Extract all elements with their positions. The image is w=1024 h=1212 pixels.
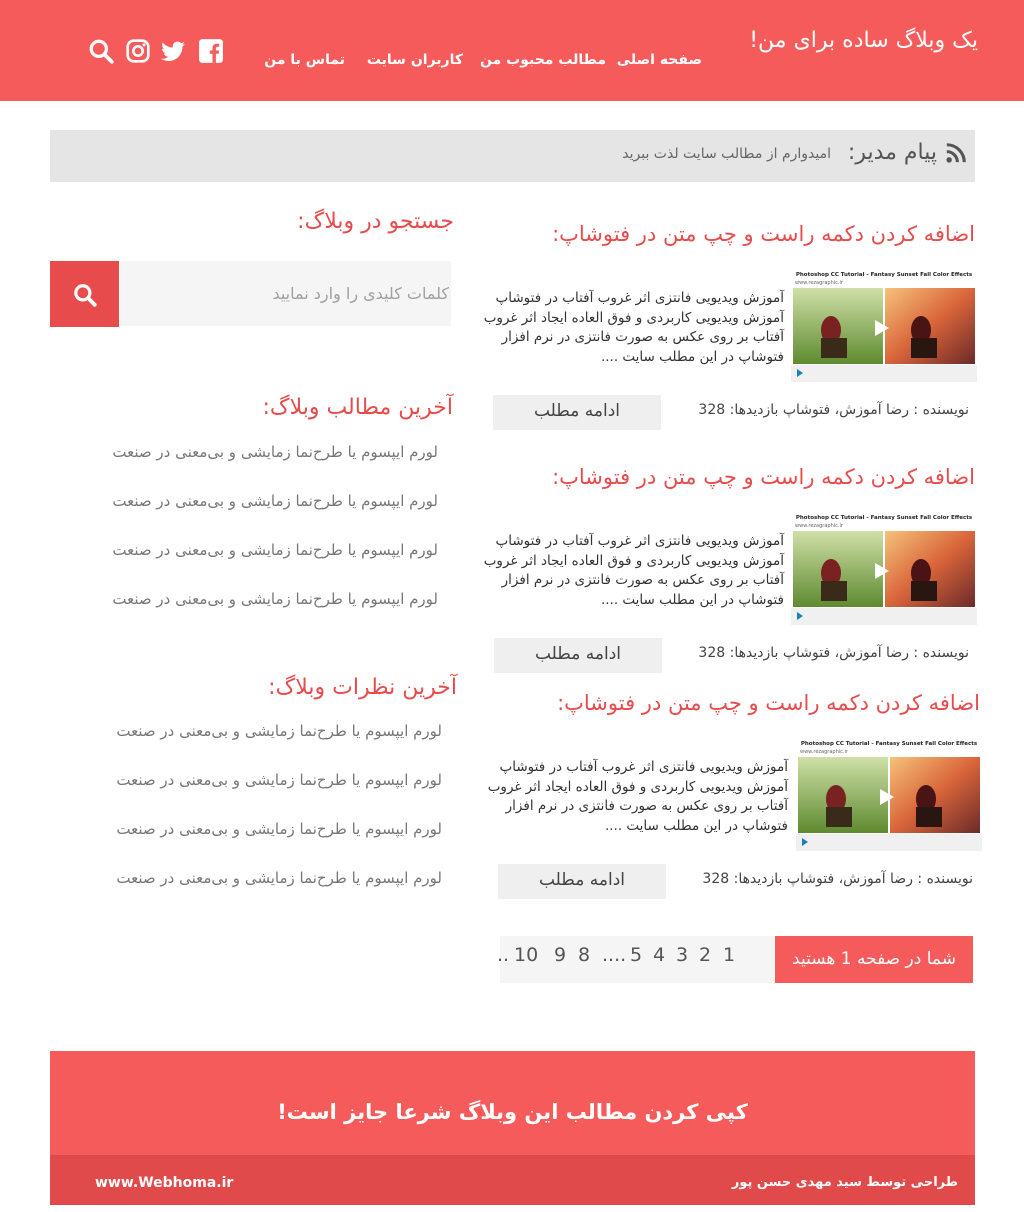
- thumbnail-site: www.rezagraphic.ir: [800, 749, 849, 755]
- sidebar-comment-item[interactable]: لورم ایپسوم یا طرح‌نما زمایشی و بی‌معنی …: [116, 820, 442, 838]
- page-link-4[interactable]: 4: [653, 944, 665, 966]
- pagination-current-label: شما در صفحه 1 هستید: [775, 936, 973, 983]
- read-more-button[interactable]: ادامه مطلب: [493, 395, 661, 430]
- post-meta: نویسنده : رضا آموزش، فتوشاپ بازدیدها: 32…: [702, 871, 973, 887]
- post-thumbnail[interactable]: Photoshop CC Tutorial - Fantasy Sunset F…: [791, 268, 977, 382]
- sidebar-latest-item[interactable]: لورم ایپسوم یا طرح‌نما زمایشی و بی‌معنی …: [112, 443, 438, 461]
- instagram-icon[interactable]: [125, 38, 151, 64]
- read-more-button[interactable]: ادامه مطلب: [498, 864, 666, 899]
- thumbnail-image: Photoshop CC Tutorial - Fantasy Sunset F…: [796, 737, 982, 851]
- thumbnail-caption: Photoshop CC Tutorial - Fantasy Sunset F…: [796, 515, 973, 521]
- admin-message-bar: پیام مدیر: امیدوارم از مطالب سایت لذت بب…: [50, 130, 975, 182]
- thumbnail-caption: Photoshop CC Tutorial - Fantasy Sunset F…: [796, 272, 973, 278]
- sidebar-comments-title: آخرین نظرات وبلاگ:: [268, 675, 457, 700]
- page-link-2[interactable]: 2: [699, 944, 711, 966]
- thumbnail-caption: Photoshop CC Tutorial - Fantasy Sunset F…: [801, 741, 978, 747]
- sidebar-latest-item[interactable]: لورم ایپسوم یا طرح‌نما زمایشی و بی‌معنی …: [112, 541, 438, 559]
- post-excerpt: آموزش ویدیویی فانتزی اثر غروب آفتاب در ف…: [483, 290, 784, 365]
- sidebar-search-input[interactable]: [120, 261, 451, 326]
- facebook-icon[interactable]: [198, 38, 224, 64]
- sidebar-latest-title: آخرین مطالب وبلاگ:: [262, 395, 453, 420]
- search-icon[interactable]: [88, 38, 114, 64]
- post-excerpt: آموزش ویدیویی فانتزی اثر غروب آفتاب در ف…: [483, 533, 784, 608]
- footer-copy-notice: کپی کردن مطالب این وبلاگ شرعا جایز است!: [277, 1100, 748, 1124]
- thumbnail-image: Photoshop CC Tutorial - Fantasy Sunset F…: [791, 511, 977, 625]
- post-title[interactable]: اضافه کردن دکمه راست و چپ متن در فتوشاپ:: [557, 691, 980, 715]
- footer-domain-link[interactable]: www.Webhoma.ir: [95, 1175, 233, 1191]
- post-title[interactable]: اضافه کردن دکمه راست و چپ متن در فتوشاپ:: [552, 465, 975, 489]
- page-link-1[interactable]: 1: [723, 944, 735, 966]
- thumbnail-image: Photoshop CC Tutorial - Fantasy Sunset F…: [791, 268, 977, 382]
- nav-item-contact[interactable]: تماس با من: [264, 52, 345, 68]
- page-ellipsis: ....: [602, 944, 627, 966]
- page-link-5[interactable]: 5: [630, 944, 642, 966]
- post-thumbnail[interactable]: Photoshop CC Tutorial - Fantasy Sunset F…: [791, 511, 977, 625]
- nav-item-home[interactable]: صفحه اصلی: [617, 52, 702, 68]
- post-meta: نویسنده : رضا آموزش، فتوشاپ بازدیدها: 32…: [698, 402, 969, 418]
- read-more-button[interactable]: ادامه مطلب: [494, 638, 662, 673]
- thumbnail-site: www.rezagraphic.ir: [795, 523, 844, 529]
- post-excerpt: آموزش ویدیویی فانتزی اثر غروب آفتاب در ف…: [487, 759, 788, 834]
- sidebar-search-button[interactable]: [50, 261, 119, 327]
- admin-message-text: امیدوارم از مطالب سایت لذت ببرید: [622, 146, 831, 162]
- twitter-icon[interactable]: [160, 38, 186, 64]
- sidebar-comment-item[interactable]: لورم ایپسوم یا طرح‌نما زمایشی و بی‌معنی …: [116, 869, 442, 887]
- page-more[interactable]: ..: [497, 944, 509, 966]
- site-title[interactable]: یک وبلاگ ساده برای من!: [749, 28, 978, 53]
- rss-icon: [945, 142, 967, 164]
- page-link-8[interactable]: 8: [578, 944, 590, 966]
- admin-message-label: پیام مدیر:: [847, 140, 937, 165]
- sidebar-comment-item[interactable]: لورم ایپسوم یا طرح‌نما زمایشی و بی‌معنی …: [116, 722, 442, 740]
- page-link-3[interactable]: 3: [676, 944, 688, 966]
- page-link-9[interactable]: 9: [554, 944, 566, 966]
- post-meta: نویسنده : رضا آموزش، فتوشاپ بازدیدها: 32…: [698, 645, 969, 661]
- sidebar-latest-item[interactable]: لورم ایپسوم یا طرح‌نما زمایشی و بی‌معنی …: [112, 492, 438, 510]
- search-icon: [74, 284, 97, 307]
- page-link-10[interactable]: 10: [514, 944, 538, 966]
- nav-item-users[interactable]: کاربران سایت: [367, 52, 463, 68]
- sidebar-search-title: جستجو در وبلاگ:: [297, 209, 454, 234]
- thumbnail-site: www.rezagraphic.ir: [795, 280, 844, 286]
- post-thumbnail[interactable]: Photoshop CC Tutorial - Fantasy Sunset F…: [796, 737, 982, 851]
- sidebar-comment-item[interactable]: لورم ایپسوم یا طرح‌نما زمایشی و بی‌معنی …: [116, 771, 442, 789]
- post-title[interactable]: اضافه کردن دکمه راست و چپ متن در فتوشاپ:: [552, 222, 975, 246]
- sidebar-latest-item[interactable]: لورم ایپسوم یا طرح‌نما زمایشی و بی‌معنی …: [112, 590, 438, 608]
- footer-credit: طراحی توسط سید مهدی حسن پور: [731, 1175, 958, 1190]
- nav-item-popular[interactable]: مطالب محبوب من: [480, 52, 606, 68]
